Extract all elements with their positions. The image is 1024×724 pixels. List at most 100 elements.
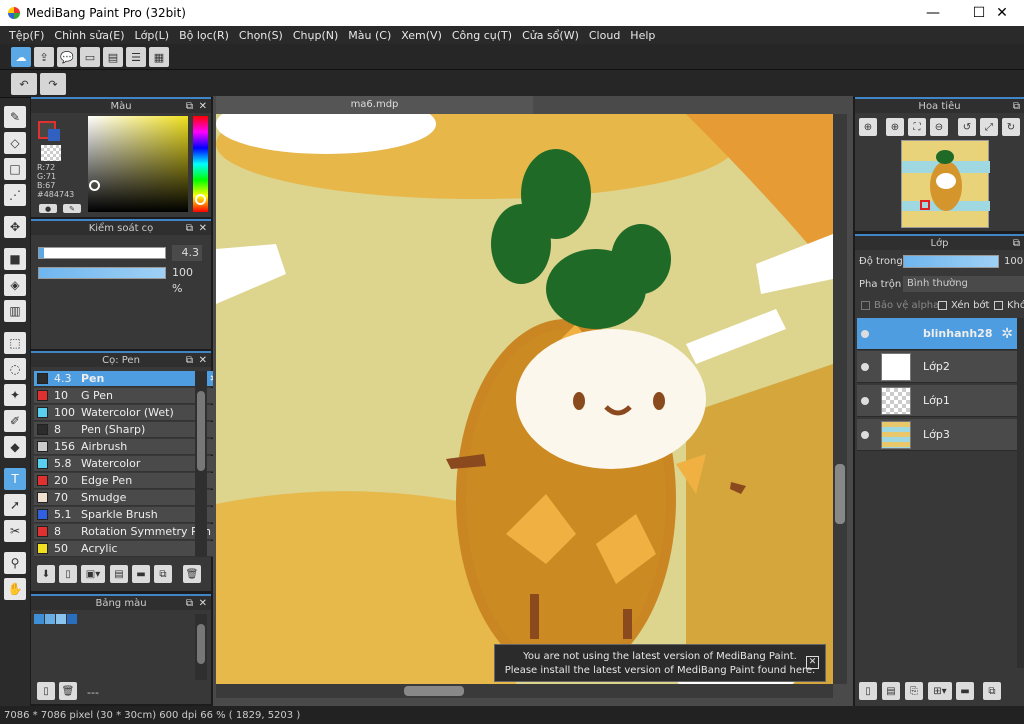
picker-cursor[interactable] [89,180,100,191]
zoom-in-icon[interactable]: ⊕ [886,118,904,136]
brush-scrollbar[interactable] [195,371,207,557]
layer-row[interactable]: blinhanh28 ✲ [857,318,1017,350]
rotate-right-icon[interactable]: ↻ [1002,118,1020,136]
brush-item[interactable]: 10 G Pen [34,388,222,404]
brush-size-value[interactable]: 4.3 [172,245,202,261]
popout-icon[interactable]: ⧉ [1013,99,1020,115]
brush-item[interactable]: 8 Rotation Symmetry Pen [34,524,222,540]
close-icon[interactable]: ✕ [199,596,207,612]
copy-layer-icon[interactable]: ⎘ [905,682,923,700]
gradient-tool-icon[interactable]: ▥ [4,300,26,322]
folder-icon[interactable]: ▬ [956,682,974,700]
document-tab[interactable]: ma6.mdp [216,96,533,114]
menu-help[interactable]: Help [625,29,660,42]
navigator-preview[interactable] [901,140,990,228]
lock-checkbox[interactable] [994,301,1003,310]
eye-icon[interactable] [861,362,869,371]
operation-tool-icon[interactable]: ➚ [4,494,26,516]
menu-snap[interactable]: Chụp(N) [288,29,343,42]
magic-wand-icon[interactable]: ✦ [4,384,26,406]
new-palette-icon[interactable]: ▯ [37,682,55,700]
fullscreen-icon[interactable]: ⤢ [980,118,998,136]
update-notice[interactable]: You are not using the latest version of … [494,644,826,682]
zoom-fit-icon[interactable]: ⊕ [859,118,877,136]
menu-select[interactable]: Chọn(S) [234,29,288,42]
divide-tool-icon[interactable]: ✂ [4,520,26,542]
new-layer-icon[interactable]: ▯ [859,682,877,700]
layers-scrollbar[interactable] [1017,318,1024,668]
bucket-tool-icon[interactable]: ◈ [4,274,26,296]
brush-tool-icon[interactable]: ✎ [4,106,26,128]
layer-opacity-slider[interactable] [903,255,999,268]
popout-icon[interactable]: ⧉ [186,353,193,369]
move-tool-icon[interactable]: ✥ [4,216,26,238]
brush-item[interactable]: 5.1 Sparkle Brush [34,507,222,523]
brush-item[interactable]: 50 Acrylic [34,541,222,557]
add-brush-icon[interactable]: ▣▾ [81,565,105,583]
share-icon[interactable]: ⇪ [34,47,54,67]
add-color-button[interactable]: ● [39,204,57,213]
brush-item[interactable]: 20 Edge Pen [34,473,222,489]
menu-file[interactable]: Tệp(F) [4,29,49,42]
select-pen-icon[interactable]: ✐ [4,410,26,432]
menu-color[interactable]: Màu (C) [343,29,396,42]
layer-row[interactable]: Lớp3 [857,419,1017,451]
vertical-scrollbar[interactable] [833,114,847,684]
select-rect-icon[interactable]: ⬚ [4,332,26,354]
zoom-out-icon[interactable]: ⊖ [930,118,948,136]
popout-icon[interactable]: ⧉ [186,221,193,237]
popout-icon[interactable]: ⧉ [1013,236,1020,252]
transparent-swatch[interactable] [41,145,61,161]
text-tool-icon[interactable]: T [4,468,26,490]
folder-icon[interactable]: ▬ [132,565,150,583]
menu-cloud[interactable]: Cloud [584,29,625,42]
grid-icon[interactable]: ▦ [149,47,169,67]
lasso-tool-icon[interactable]: ◌ [4,358,26,380]
fill-rect-tool-icon[interactable]: ■ [4,248,26,270]
close-notice-icon[interactable]: ✕ [806,656,819,669]
rotate-left-icon[interactable]: ↺ [958,118,976,136]
eye-icon[interactable] [861,396,869,405]
palette-scrollbar[interactable] [195,614,207,680]
duplicate-icon[interactable]: ⧉ [983,682,1001,700]
trash-icon[interactable]: 🗑 [183,565,201,583]
popout-icon[interactable]: ⧉ [186,99,193,115]
gear-icon[interactable]: ✲ [1001,326,1013,342]
view-rect[interactable] [920,200,930,210]
protect-alpha-checkbox[interactable] [861,301,870,310]
horizontal-scrollbar[interactable] [216,684,833,698]
eyedrop-button[interactable]: ✎ [63,204,81,213]
brush-settings-icon[interactable]: ▤ [110,565,128,583]
minimize-button[interactable]: — [910,0,956,26]
hue-cursor[interactable] [195,194,206,205]
menu-window[interactable]: Cửa sổ(W) [517,29,584,42]
brush-item[interactable]: 70 Smudge [34,490,222,506]
brush-item[interactable]: 156 Airbrush [34,439,222,455]
speech-bubble-icon[interactable]: 💬 [57,47,77,67]
brush-opacity-slider[interactable] [38,267,166,279]
dot-brush-tool-icon[interactable]: ⋰ [4,184,26,206]
eraser-tool-icon[interactable]: ◇ [4,132,26,154]
eyedropper-icon[interactable]: ⚲ [4,552,26,574]
menu-edit[interactable]: Chỉnh sửa(E) [49,29,129,42]
close-icon[interactable]: ✕ [199,353,207,369]
menu-tools[interactable]: Công cụ(T) [447,29,517,42]
comment-icon[interactable]: ▭ [80,47,100,67]
add-layer-menu-icon[interactable]: ⊞▾ [928,682,952,700]
brush-size-slider[interactable] [38,247,166,259]
artwork-canvas[interactable] [216,114,833,684]
hand-tool-icon[interactable]: ✋ [4,578,26,600]
brush-item[interactable]: 8 Pen (Sharp) [34,422,222,438]
menu-view[interactable]: Xem(V) [396,29,447,42]
select-eraser-icon[interactable]: ◆ [4,436,26,458]
layer-row[interactable]: Lớp2 [857,351,1017,383]
brush-item[interactable]: 5.8 Watercolor [34,456,222,472]
new-layer-type-icon[interactable]: ▤ [882,682,900,700]
menu-filter[interactable]: Bộ lọc(R) [174,29,234,42]
close-icon[interactable]: ✕ [199,221,207,237]
saturation-value-picker[interactable] [88,116,188,212]
clipping-checkbox[interactable] [938,301,947,310]
palette-swatch[interactable] [45,614,55,624]
list-icon[interactable]: ☰ [126,47,146,67]
brush-item[interactable]: 4.3Pen✲ [34,371,222,387]
